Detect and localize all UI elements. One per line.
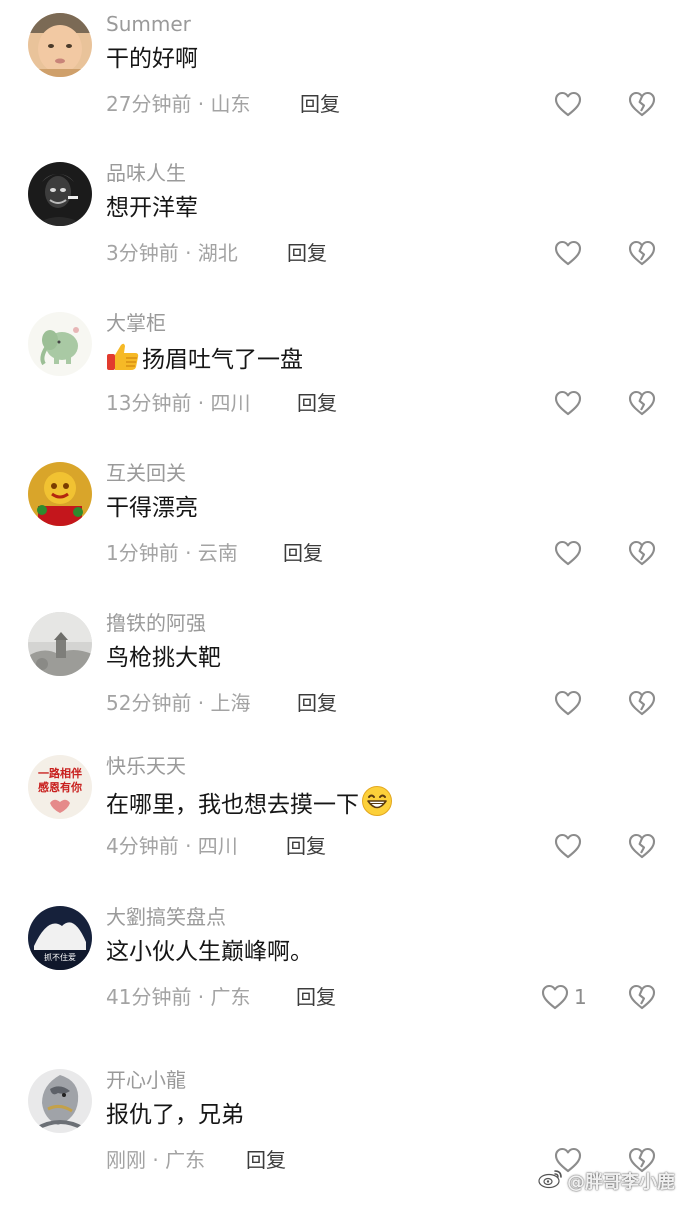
time-location: 1分钟前 · 云南: [106, 541, 238, 565]
reply-button[interactable]: 回复: [286, 833, 326, 859]
broken-heart-icon: [627, 239, 657, 267]
username[interactable]: 开心小龍: [106, 1067, 186, 1093]
heart-outline-icon: [540, 983, 570, 1011]
avatar-text-line1: 一路相伴: [38, 766, 82, 780]
user-avatar[interactable]: [28, 462, 92, 526]
heart-outline-icon: [553, 239, 583, 267]
dislike-button[interactable]: [627, 983, 657, 1011]
reply-button[interactable]: 回复: [296, 984, 336, 1010]
time-location: 27分钟前 · 山东: [106, 92, 251, 116]
watermark: @胖哥李小鹿: [538, 1167, 675, 1194]
username[interactable]: 快乐天天: [106, 753, 186, 779]
time-location: 刚刚 · 广东: [106, 1148, 206, 1172]
broken-heart-icon: [627, 832, 657, 860]
like-button[interactable]: 1: [540, 983, 587, 1011]
heart-outline-icon: [553, 539, 583, 567]
thumbs-up-emoji: [106, 342, 140, 381]
user-avatar[interactable]: 抓不住爱: [28, 906, 92, 970]
broken-heart-icon: [627, 689, 657, 717]
like-button[interactable]: [553, 539, 587, 567]
broken-heart-icon: [627, 983, 657, 1011]
heart-outline-icon: [553, 90, 583, 118]
reply-button[interactable]: 回复: [287, 240, 327, 266]
dislike-button[interactable]: [627, 689, 657, 717]
comment-item: 撸铁的阿强 鸟枪挑大靶 52分钟前 · 上海 回复: [0, 610, 681, 762]
dislike-button[interactable]: [627, 389, 657, 417]
comment-text: 干的好啊: [106, 46, 198, 72]
comment-text: 想开洋荤: [106, 195, 198, 221]
username[interactable]: 互关回关: [106, 460, 186, 486]
grinning-face-emoji: [361, 785, 393, 826]
avatar-text-line2: 感恩有你: [38, 780, 82, 794]
dislike-button[interactable]: [627, 90, 657, 118]
comment-text-content: 扬眉吐气了一盘: [142, 347, 303, 373]
broken-heart-icon: [627, 539, 657, 567]
comment-item: Summer 干的好啊 27分钟前 · 山东 回复: [0, 11, 681, 163]
weibo-logo-icon: [538, 1167, 564, 1194]
time-location: 52分钟前 · 上海: [106, 691, 251, 715]
comment-text-content: 在哪里，我也想去摸一下: [106, 792, 359, 818]
username[interactable]: Summer: [106, 11, 191, 37]
comment-item: 大掌柜 扬眉吐气了一盘 13分钟前 · 四川 回复: [0, 310, 681, 462]
user-avatar[interactable]: [28, 312, 92, 376]
comment-item: 开心小龍 报仇了，兄弟 刚刚 · 广东 回复: [0, 1067, 681, 1219]
heart-outline-icon: [553, 832, 583, 860]
comment-item: 一路相伴 感恩有你 快乐天天 在哪里，我也想去摸一下 4分钟前 · 四川 回复: [0, 753, 681, 905]
comment-item: 抓不住爱 大劉搞笑盘点 这小伙人生巅峰啊。 41分钟前 · 广东 回复 1: [0, 904, 681, 1056]
like-button[interactable]: [553, 90, 587, 118]
broken-heart-icon: [627, 90, 657, 118]
comment-text: 在哪里，我也想去摸一下: [106, 785, 395, 826]
comment-text: 鸟枪挑大靶: [106, 645, 221, 671]
like-count: 1: [574, 985, 587, 1009]
user-avatar[interactable]: [28, 1069, 92, 1133]
comment-text: 报仇了，兄弟: [106, 1102, 244, 1128]
user-avatar[interactable]: 一路相伴 感恩有你: [28, 755, 92, 819]
time-location: 13分钟前 · 四川: [106, 391, 251, 415]
comment-text: 扬眉吐气了一盘: [106, 342, 303, 381]
reply-button[interactable]: 回复: [300, 91, 340, 117]
dislike-button[interactable]: [627, 239, 657, 267]
comment-text: 这小伙人生巅峰啊。: [106, 939, 313, 965]
like-button[interactable]: [553, 239, 587, 267]
username[interactable]: 大掌柜: [106, 310, 166, 336]
username[interactable]: 品味人生: [106, 160, 186, 186]
comment-text: 干得漂亮: [106, 495, 198, 521]
dislike-button[interactable]: [627, 539, 657, 567]
time-location: 4分钟前 · 四川: [106, 834, 238, 858]
like-button[interactable]: [553, 389, 587, 417]
user-avatar[interactable]: [28, 13, 92, 77]
reply-button[interactable]: 回复: [297, 690, 337, 716]
avatar-text: 抓不住爱: [44, 952, 76, 962]
broken-heart-icon: [627, 389, 657, 417]
time-location: 41分钟前 · 广东: [106, 985, 251, 1009]
username[interactable]: 撸铁的阿强: [106, 610, 206, 636]
comment-item: 互关回关 干得漂亮 1分钟前 · 云南 回复: [0, 460, 681, 612]
heart-outline-icon: [553, 389, 583, 417]
reply-button[interactable]: 回复: [283, 540, 323, 566]
comment-item: 品味人生 想开洋荤 3分钟前 · 湖北 回复: [0, 160, 681, 312]
heart-outline-icon: [553, 689, 583, 717]
reply-button[interactable]: 回复: [246, 1147, 286, 1173]
reply-button[interactable]: 回复: [297, 390, 337, 416]
user-avatar[interactable]: [28, 612, 92, 676]
like-button[interactable]: [553, 689, 587, 717]
username[interactable]: 大劉搞笑盘点: [106, 904, 226, 930]
dislike-button[interactable]: [627, 832, 657, 860]
like-button[interactable]: [553, 832, 587, 860]
watermark-text: @胖哥李小鹿: [567, 1171, 675, 1193]
time-location: 3分钟前 · 湖北: [106, 241, 238, 265]
user-avatar[interactable]: [28, 162, 92, 226]
